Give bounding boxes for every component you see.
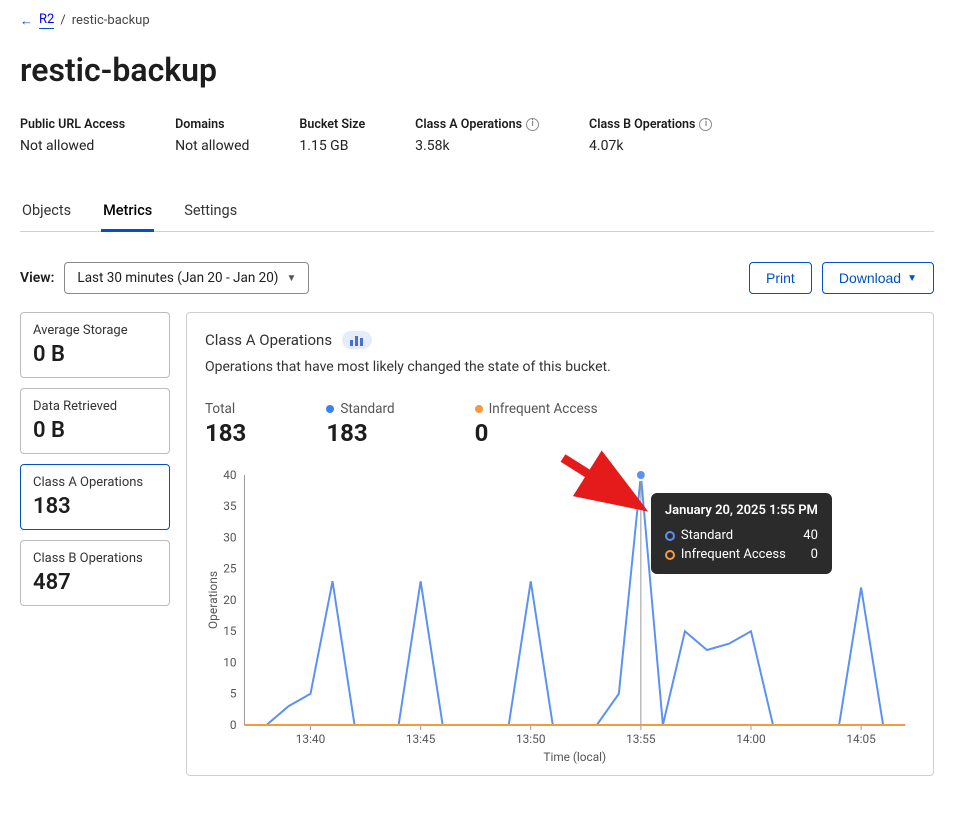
download-button[interactable]: Download ▼ [822,262,934,294]
stat-card-average-storage[interactable]: Average Storage 0 B [20,312,170,378]
svg-text:10: 10 [223,655,237,669]
summary-class-a: Class A Operationsi 3.58k [415,117,539,154]
chart-legend: Total 183 Standard 183 Infrequent Access… [205,401,915,447]
chart-title: Class A Operations [205,331,332,349]
breadcrumb: ← R2 / restic-backup [20,12,934,29]
info-icon[interactable]: i [699,118,712,131]
summary-row: Public URL Access Not allowed Domains No… [20,117,934,154]
svg-text:13:40: 13:40 [296,732,326,746]
svg-text:5: 5 [230,687,237,701]
legend-total: Total 183 [205,401,246,447]
chart-subtitle: Operations that have most likely changed… [205,359,915,375]
breadcrumb-separator: / [60,13,65,28]
summary-public-url: Public URL Access Not allowed [20,117,125,154]
chart-area[interactable]: 0 5 10 15 20 25 30 35 40 13:40 13:45 13:50 13:55 14:0… [205,465,915,765]
svg-text:25: 25 [223,562,237,576]
summary-class-b: Class B Operationsi 4.07k [589,117,712,154]
page-title: restic-backup [20,51,934,89]
summary-bucket-size: Bucket Size 1.15 GB [299,117,365,154]
chart-type-chip-icon[interactable] [342,331,372,349]
tab-metrics[interactable]: Metrics [101,194,154,231]
controls-row: View: Last 30 minutes (Jan 20 - Jan 20) … [20,262,934,294]
tabs: Objects Metrics Settings [20,194,934,232]
dot-icon [475,405,483,413]
svg-text:13:50: 13:50 [516,732,546,746]
stat-card-data-retrieved[interactable]: Data Retrieved 0 B [20,388,170,454]
svg-text:35: 35 [223,499,237,513]
caret-down-icon: ▼ [287,273,297,284]
breadcrumb-root-link[interactable]: R2 [39,12,54,29]
stat-card-class-b[interactable]: Class B Operations 487 [20,540,170,606]
view-label: View: [20,270,54,286]
view-range-dropdown[interactable]: Last 30 minutes (Jan 20 - Jan 20) ▼ [64,262,309,294]
back-arrow-icon[interactable]: ← [20,13,33,29]
chart-panel: Class A Operations Operations that have … [186,312,934,776]
line-chart[interactable]: 0 5 10 15 20 25 30 35 40 13:40 13:45 13:50 13:55 14:0… [205,465,915,765]
svg-text:14:00: 14:00 [736,732,766,746]
svg-text:13:45: 13:45 [406,732,436,746]
svg-text:Operations: Operations [206,571,220,629]
svg-text:40: 40 [223,468,237,482]
svg-text:Time (local): Time (local) [543,750,606,764]
svg-text:30: 30 [223,530,237,544]
stat-card-class-a[interactable]: Class A Operations 183 [20,464,170,530]
svg-text:13:55: 13:55 [626,732,656,746]
svg-text:15: 15 [223,624,237,638]
stat-cards: Average Storage 0 B Data Retrieved 0 B C… [20,312,170,606]
summary-domains: Domains Not allowed [175,117,249,154]
tab-settings[interactable]: Settings [182,194,239,231]
breadcrumb-current: restic-backup [72,13,150,28]
caret-down-icon: ▼ [907,273,917,284]
svg-text:20: 20 [223,593,237,607]
svg-text:0: 0 [230,718,237,732]
print-button[interactable]: Print [749,262,812,294]
legend-standard: Standard 183 [326,401,394,447]
tab-objects[interactable]: Objects [20,194,73,231]
dot-icon [326,405,334,413]
svg-text:14:05: 14:05 [846,732,876,746]
info-icon[interactable]: i [526,118,539,131]
legend-infrequent: Infrequent Access 0 [475,401,598,447]
